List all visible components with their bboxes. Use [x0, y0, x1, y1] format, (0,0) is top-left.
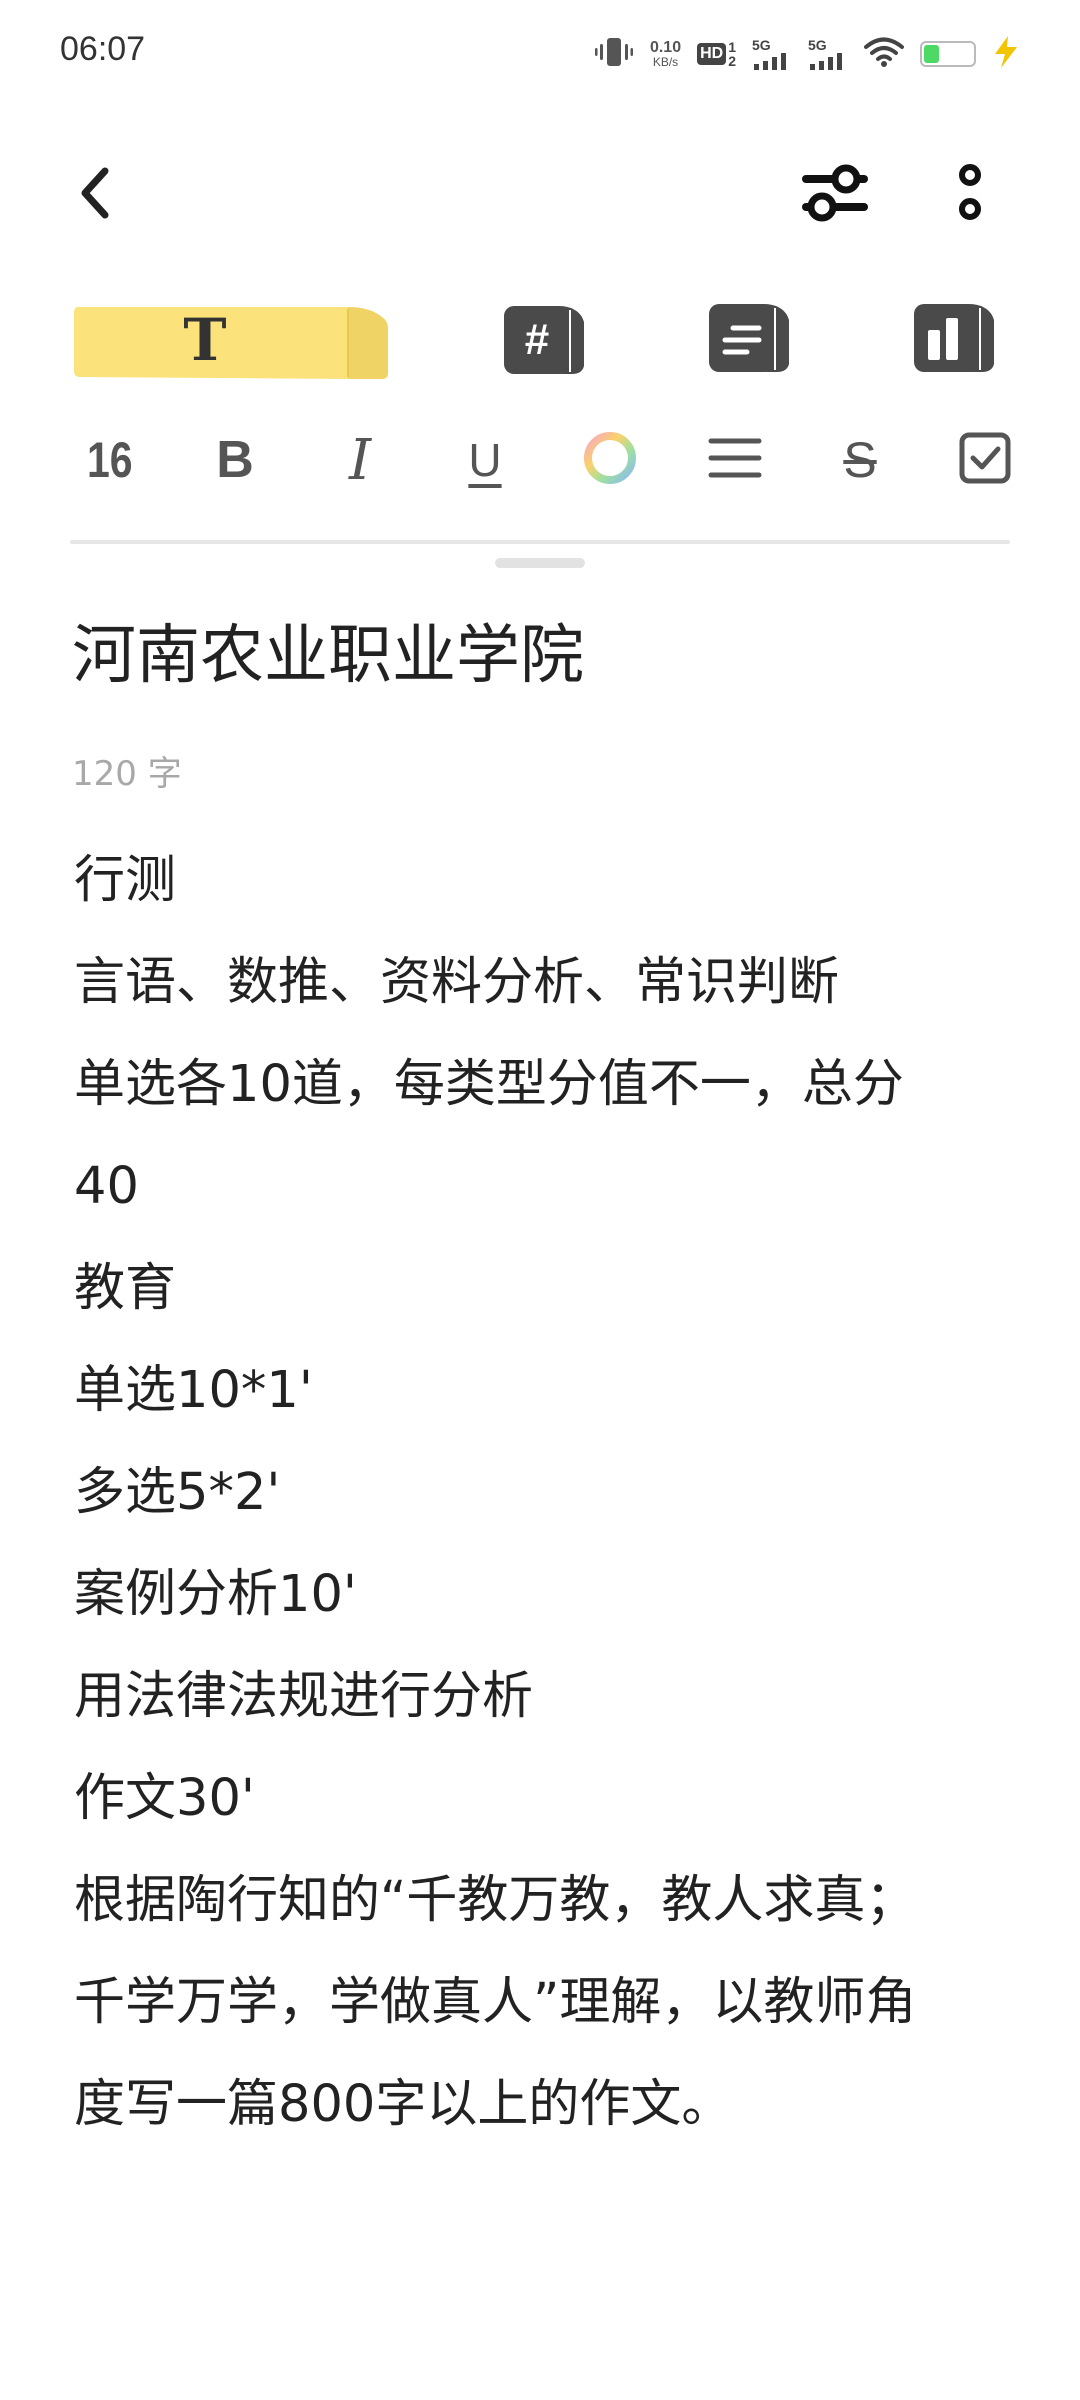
note-line: 度写一篇800字以上的作文。 — [74, 2075, 733, 2134]
font-size-button[interactable]: 16 — [70, 420, 150, 500]
hd-sim-bottom: 2 — [728, 53, 736, 69]
chevron-left-icon — [75, 165, 115, 225]
align-button[interactable] — [695, 420, 775, 500]
battery-indicator: 32 — [920, 41, 976, 67]
sim2-signal: 5G — [808, 38, 848, 70]
more-vertical-icon — [955, 161, 985, 229]
note-line: 作文30' — [74, 1769, 255, 1828]
toolbar-tabs: T # — [70, 295, 1010, 385]
color-wheel-icon — [580, 428, 640, 492]
sim2-label: 5G — [808, 37, 827, 53]
status-bar: 06:07 0.10 KB/s HD 1 2 5G 5G 32 — [0, 0, 1080, 110]
italic-label: I — [348, 427, 372, 493]
tab-layout[interactable] — [910, 295, 1000, 385]
signal-bars-icon — [754, 53, 786, 70]
hd-badge: HD 1 2 — [697, 40, 736, 68]
status-time: 06:07 — [60, 30, 146, 68]
battery-level: 32 — [939, 45, 957, 62]
settings-button[interactable] — [785, 150, 885, 240]
font-size-value: 16 — [87, 432, 133, 488]
note-line: 千学万学，学做真人”理解，以教师角 — [74, 1973, 917, 2032]
toolbar-divider — [70, 540, 1010, 544]
back-button[interactable] — [50, 150, 140, 240]
note-line: 根据陶行知的“千教万教，教人求真； — [74, 1871, 917, 1930]
tab-text-label: T — [183, 306, 227, 374]
note-line: 单选各10道，每类型分值不一，总分 — [74, 1055, 904, 1114]
tab-tag-label: # — [524, 315, 550, 364]
sim1-label: 5G — [752, 37, 771, 53]
note-line: 用法律法规进行分析 — [74, 1667, 534, 1726]
bold-label: B — [216, 431, 254, 489]
net-speed-unit: KB/s — [652, 55, 679, 69]
app-bar — [0, 140, 1080, 250]
net-speed-value: 0.10 — [649, 39, 682, 56]
strikethrough-button[interactable]: S — [820, 420, 900, 500]
note-line: 案例分析10' — [74, 1565, 357, 1624]
wifi-icon — [864, 36, 904, 72]
sim1-signal: 5G — [752, 38, 792, 70]
more-button[interactable] — [925, 150, 1015, 240]
checkbox-icon — [957, 430, 1013, 490]
tab-text[interactable]: T — [70, 295, 395, 385]
tab-list[interactable] — [705, 295, 795, 385]
format-toolbar: 16 B I U S — [70, 420, 1011, 500]
underline-label: U — [468, 434, 502, 486]
text-color-button[interactable] — [570, 420, 650, 500]
underline-button[interactable]: U — [445, 420, 525, 500]
hd-sim-top: 1 — [728, 39, 736, 55]
drag-handle[interactable] — [495, 558, 585, 568]
checkbox-button[interactable] — [945, 420, 1025, 500]
note-line: 多选5*2' — [74, 1463, 281, 1522]
signal-bars-icon — [810, 53, 842, 70]
note-line: 单选10*1' — [74, 1361, 313, 1420]
charging-icon — [992, 35, 1020, 73]
note-line: 40 — [74, 1157, 139, 1216]
hd-label: HD — [697, 43, 727, 65]
note-title[interactable]: 河南农业职业学院 — [72, 615, 584, 698]
note-line: 言语、数推、资料分析、常识判断 — [74, 953, 840, 1012]
sliders-icon — [800, 161, 870, 229]
word-count: 120 字 — [72, 754, 182, 794]
strikethrough-label: S — [843, 432, 877, 488]
net-speed: 0.10 KB/s — [649, 39, 682, 69]
note-line: 教育 — [74, 1259, 177, 1318]
layout-book-icon — [910, 298, 1000, 382]
note-body[interactable]: 行测言语、数推、资料分析、常识判断单选各10道，每类型分值不一，总分 40 教育单选… — [74, 830, 1014, 2156]
list-book-icon — [705, 298, 795, 382]
note-line: 行测 — [74, 851, 177, 910]
bold-button[interactable]: B — [195, 420, 275, 500]
align-icon — [707, 433, 763, 487]
tab-tag[interactable]: # — [500, 295, 590, 385]
status-icons: 0.10 KB/s HD 1 2 5G 5G 32 — [594, 32, 1020, 76]
vibrate-icon — [594, 34, 634, 74]
italic-button[interactable]: I — [320, 420, 400, 500]
